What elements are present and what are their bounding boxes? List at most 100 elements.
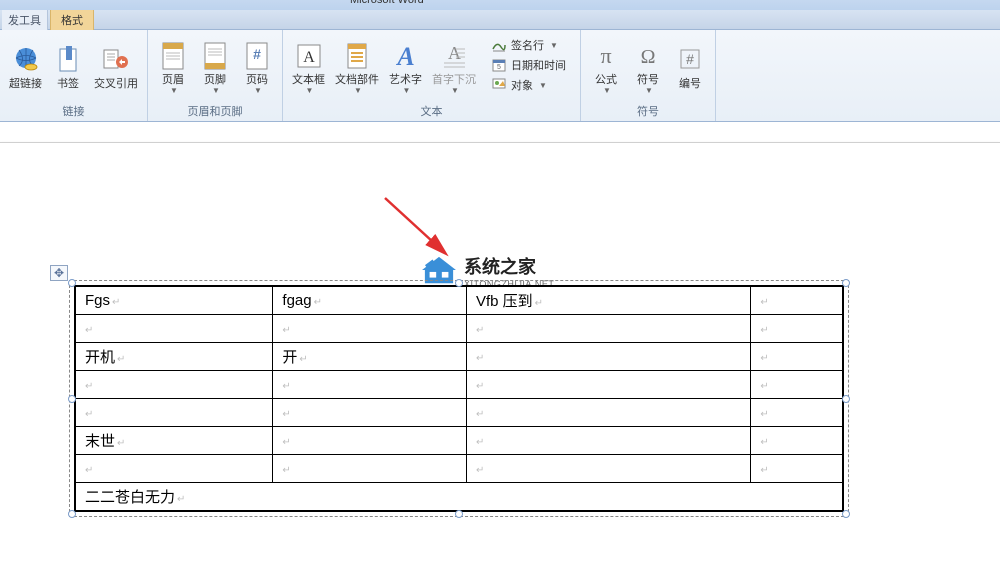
svg-text:5: 5 <box>497 64 501 71</box>
table-cell[interactable]: ↵ <box>75 371 273 399</box>
chevron-down-icon: ▼ <box>403 86 411 95</box>
table-cell[interactable]: ↵ <box>273 371 467 399</box>
chevron-down-icon: ▼ <box>603 86 611 95</box>
ribbon-tabs: 发工具 格式 <box>0 10 1000 30</box>
chevron-down-icon: ▼ <box>539 81 547 90</box>
symbol-button[interactable]: Ω 符号 ▼ <box>629 34 667 101</box>
svg-text:#: # <box>253 46 261 62</box>
table-cell[interactable]: ↵ <box>75 399 273 427</box>
chevron-down-icon: ▼ <box>645 86 653 95</box>
table-cell[interactable]: Fgs↵ <box>75 286 273 315</box>
tab-dev-tools[interactable]: 发工具 <box>2 10 48 30</box>
table-cell[interactable]: ↵ <box>466 427 750 455</box>
chevron-down-icon: ▼ <box>354 86 362 95</box>
doc-parts-button[interactable]: 文档部件 ▼ <box>332 34 382 101</box>
table-cell[interactable]: Vfb 压到↵ <box>466 286 750 315</box>
page-number-button[interactable]: # 页码 ▼ <box>238 34 276 101</box>
tab-format[interactable]: 格式 <box>50 9 94 30</box>
number-sign-icon: # <box>674 44 706 76</box>
table-cell[interactable]: 开机↵ <box>75 343 273 371</box>
document-canvas[interactable]: 系统之家 XITONGZHIJIA.NET Fgs↵fgag↵Vfb 压到↵↵↵… <box>0 142 1000 572</box>
hyperlink-button[interactable]: 超链接 <box>6 34 45 101</box>
table-row[interactable]: 开机↵开↵↵↵ <box>75 343 843 371</box>
table-cell[interactable]: ↵ <box>273 427 467 455</box>
table-cell[interactable]: ↵ <box>273 315 467 343</box>
ribbon-group-headerfooter: 页眉 ▼ 页脚 ▼ # 页码 ▼ 页眉和页脚 <box>148 30 283 121</box>
resize-handle-tr[interactable] <box>842 279 850 287</box>
table-row[interactable]: ↵↵↵↵ <box>75 371 843 399</box>
table-selection-frame[interactable]: Fgs↵fgag↵Vfb 压到↵↵↵↵↵↵开机↵开↵↵↵↵↵↵↵↵↵↵↵末世↵↵… <box>74 285 844 512</box>
svg-text:#: # <box>686 51 694 67</box>
table-row-merged[interactable]: 二二苍白无力↵ <box>75 483 843 512</box>
object-icon <box>491 77 507 93</box>
table-cell[interactable]: ↵ <box>751 427 843 455</box>
chevron-down-icon: ▼ <box>254 86 262 95</box>
chevron-down-icon: ▼ <box>212 86 220 95</box>
table-cell[interactable]: ↵ <box>75 315 273 343</box>
signature-icon <box>491 37 507 53</box>
cross-ref-icon <box>100 44 132 76</box>
watermark-logo: 系统之家 XITONGZHIJIA.NET <box>420 253 554 289</box>
table-row[interactable]: 末世↵↵↵↵ <box>75 427 843 455</box>
table-cell[interactable]: ↵ <box>466 455 750 483</box>
resize-handle-bm[interactable] <box>455 510 463 518</box>
number-button[interactable]: # 编号 <box>671 34 709 101</box>
equation-button[interactable]: π 公式 ▼ <box>587 34 625 101</box>
title-bar: Microsoft Word <box>0 0 1000 10</box>
textbox-button[interactable]: A 文本框 ▼ <box>289 34 328 101</box>
table-cell[interactable]: ↵ <box>751 455 843 483</box>
page-number-icon: # <box>241 40 273 72</box>
wordart-button[interactable]: A 艺术字 ▼ <box>386 34 425 101</box>
table-cell[interactable]: ↵ <box>273 399 467 427</box>
dropcap-button[interactable]: A 首字下沉 ▼ <box>429 34 479 101</box>
ribbon-group-label: 页眉和页脚 <box>154 101 276 119</box>
datetime-button[interactable]: 5 日期和时间 <box>489 56 568 74</box>
table-cell[interactable]: ↵ <box>751 343 843 371</box>
table-cell[interactable]: ↵ <box>466 371 750 399</box>
globe-link-icon <box>10 44 42 76</box>
ribbon-group-label: 文本 <box>289 101 574 119</box>
table-cell[interactable]: ↵ <box>466 315 750 343</box>
table-cell[interactable]: ↵ <box>751 399 843 427</box>
svg-text:A: A <box>303 49 315 66</box>
footer-button[interactable]: 页脚 ▼ <box>196 34 234 101</box>
svg-text:Ω: Ω <box>641 46 656 68</box>
table-cell[interactable]: ↵ <box>466 343 750 371</box>
resize-handle-mr[interactable] <box>842 395 850 403</box>
textbox-a-icon: A <box>293 40 325 72</box>
table-cell[interactable]: ↵ <box>751 315 843 343</box>
house-logo-icon <box>420 255 458 287</box>
ribbon-group-label: 符号 <box>587 101 709 119</box>
ribbon: 超链接 书签 交叉引用 链接 页眉 <box>0 30 1000 122</box>
cross-reference-button[interactable]: 交叉引用 <box>91 34 141 101</box>
table-cell[interactable]: ↵ <box>75 455 273 483</box>
window-title: Microsoft Word <box>350 0 424 6</box>
header-button[interactable]: 页眉 ▼ <box>154 34 192 101</box>
table-move-handle[interactable] <box>50 265 68 281</box>
table-row[interactable]: ↵↵↵↵ <box>75 399 843 427</box>
resize-handle-br[interactable] <box>842 510 850 518</box>
bookmark-button[interactable]: 书签 <box>49 34 87 101</box>
table-cell[interactable]: 开↵ <box>273 343 467 371</box>
table-cell[interactable]: ↵ <box>466 399 750 427</box>
table-cell[interactable]: 二二苍白无力↵ <box>75 483 843 512</box>
table-cell[interactable]: ↵ <box>273 455 467 483</box>
object-button[interactable]: 对象 ▼ <box>489 76 568 94</box>
table-row[interactable]: ↵↵↵↵ <box>75 455 843 483</box>
table-cell[interactable]: 末世↵ <box>75 427 273 455</box>
doc-parts-icon <box>341 40 373 72</box>
resize-handle-bl[interactable] <box>68 510 76 518</box>
signature-line-button[interactable]: 签名行 ▼ <box>489 36 568 54</box>
document-table[interactable]: Fgs↵fgag↵Vfb 压到↵↵↵↵↵↵开机↵开↵↵↵↵↵↵↵↵↵↵↵末世↵↵… <box>74 285 844 512</box>
table-row[interactable]: Fgs↵fgag↵Vfb 压到↵↵ <box>75 286 843 315</box>
table-cell[interactable]: ↵ <box>751 286 843 315</box>
table-cell[interactable]: ↵ <box>751 371 843 399</box>
table-cell[interactable]: fgag↵ <box>273 286 467 315</box>
ribbon-group-label: 链接 <box>6 101 141 119</box>
ribbon-group-symbols: π 公式 ▼ Ω 符号 ▼ # 编号 符号 <box>581 30 716 121</box>
table-row[interactable]: ↵↵↵↵ <box>75 315 843 343</box>
datetime-icon: 5 <box>491 57 507 73</box>
ribbon-group-text: A 文本框 ▼ 文档部件 ▼ A 艺术字 ▼ A <box>283 30 581 121</box>
ribbon-group-links: 超链接 书签 交叉引用 链接 <box>0 30 148 121</box>
header-page-icon <box>157 40 189 72</box>
